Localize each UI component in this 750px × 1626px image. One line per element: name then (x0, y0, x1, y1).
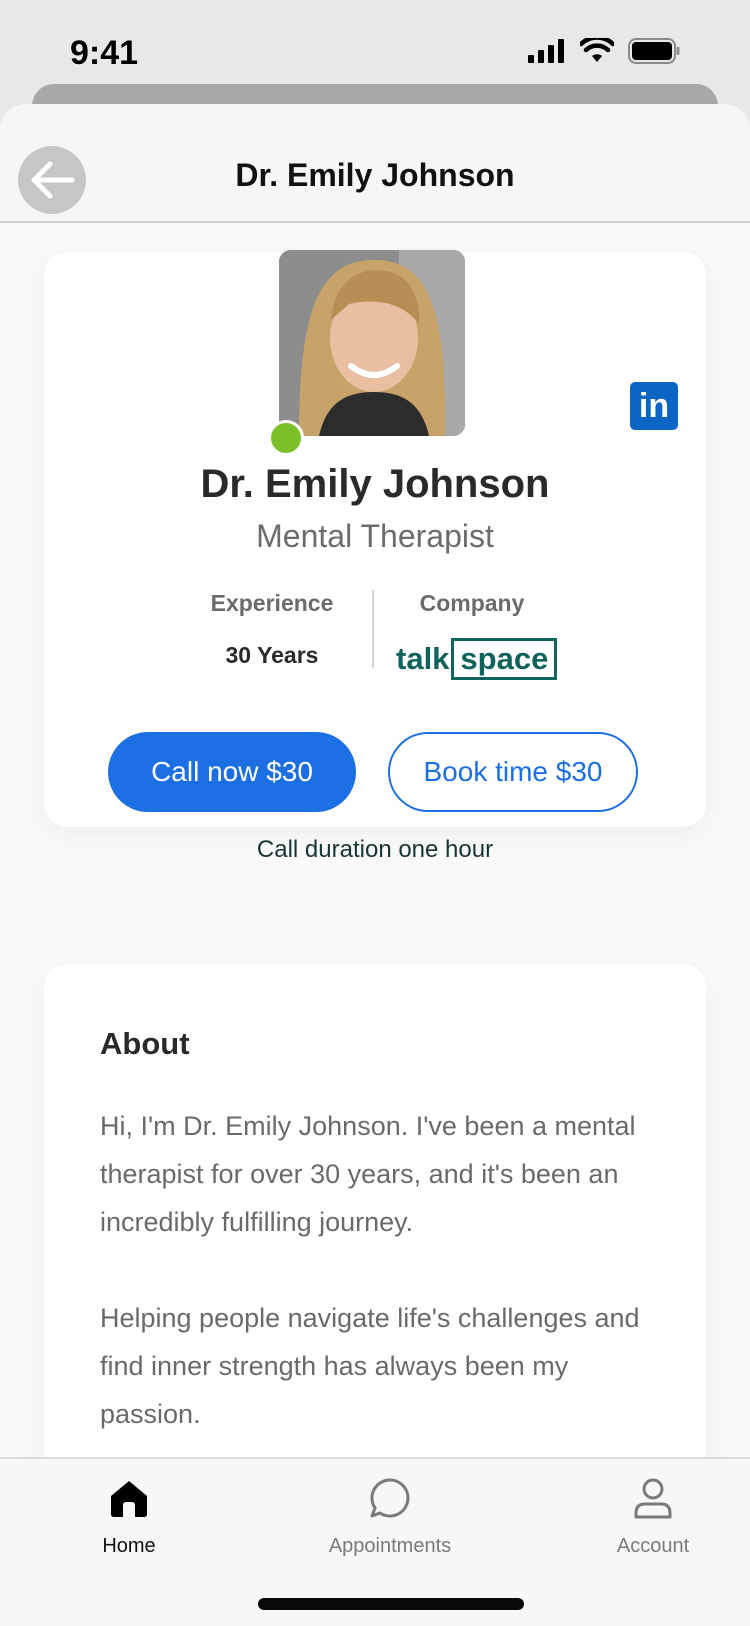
battery-icon (628, 38, 680, 64)
about-paragraph: Hi, I'm Dr. Emily Johnson. I've been a m… (100, 1111, 636, 1237)
linkedin-icon[interactable]: in (630, 382, 678, 430)
experience-label: Experience (210, 590, 334, 616)
nav-bar: Dr. Emily Johnson (0, 104, 750, 223)
company-logo-right: space (451, 638, 558, 680)
tab-account-label: Account (616, 1535, 690, 1557)
tab-home-label: Home (102, 1535, 156, 1557)
status-icons (528, 38, 680, 64)
company-label: Company (419, 590, 525, 616)
call-duration-note: Call duration one hour (256, 836, 494, 863)
tab-appointments-label: Appointments (328, 1535, 452, 1557)
company-logo-left: talk (396, 641, 450, 676)
company-logo: talk space (396, 638, 558, 680)
about-text: Hi, I'm Dr. Emily Johnson. I've been a m… (100, 1102, 660, 1486)
wifi-icon (580, 38, 614, 62)
book-time-button[interactable]: Book time $30 (388, 732, 638, 812)
online-status-dot (268, 420, 304, 456)
chat-bubble-icon (370, 1478, 410, 1518)
tab-appointments[interactable]: Appointments (290, 1471, 490, 1558)
signal-icon (528, 39, 564, 63)
doctor-photo (279, 250, 465, 436)
user-icon (634, 1478, 672, 1519)
stats-divider (372, 590, 374, 668)
tab-account[interactable]: Account (553, 1471, 750, 1558)
about-paragraph: Helping people navigate life's challenge… (100, 1303, 640, 1429)
tab-home[interactable]: Home (29, 1471, 229, 1558)
nav-title: Dr. Emily Johnson (235, 157, 515, 193)
about-title: About (100, 1026, 190, 1061)
call-now-button[interactable]: Call now $30 (108, 732, 356, 812)
home-indicator (258, 1598, 524, 1610)
home-icon (111, 1481, 147, 1517)
experience-value: 30 Years (225, 642, 319, 668)
doctor-title: Mental Therapist (256, 518, 494, 554)
doctor-name: Dr. Emily Johnson (200, 462, 550, 506)
status-time: 9:41 (70, 34, 139, 72)
